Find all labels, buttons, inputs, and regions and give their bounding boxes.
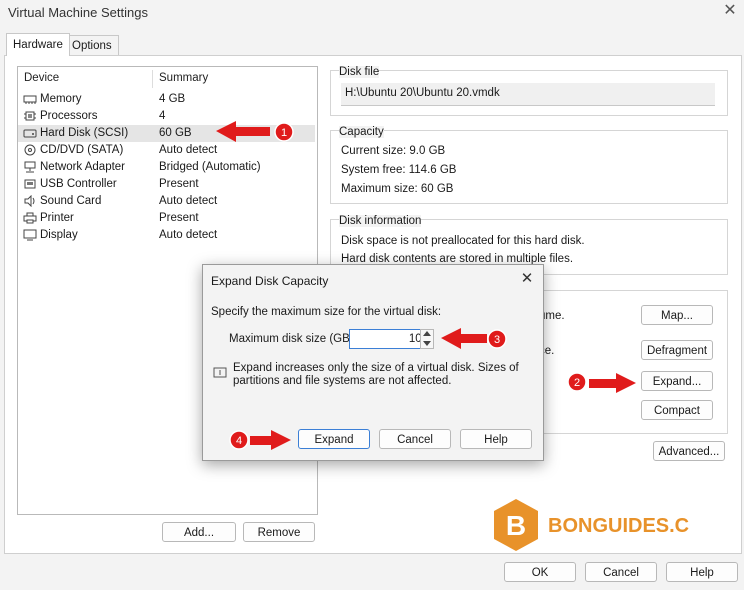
annotation-arrow-2: 2 <box>567 372 636 393</box>
annotation-number-3: 3 <box>494 334 500 346</box>
annotation-arrow-3: 3 <box>441 328 507 349</box>
annotation-arrow-4: 4 <box>229 430 291 450</box>
annotation-arrow-1: 1 <box>216 121 294 142</box>
annotation-layer: 1 2 3 4 <box>216 121 636 450</box>
annotation-number-1: 1 <box>281 127 287 139</box>
annotation-number-4: 4 <box>236 435 242 447</box>
annotation-number-2: 2 <box>574 377 580 389</box>
